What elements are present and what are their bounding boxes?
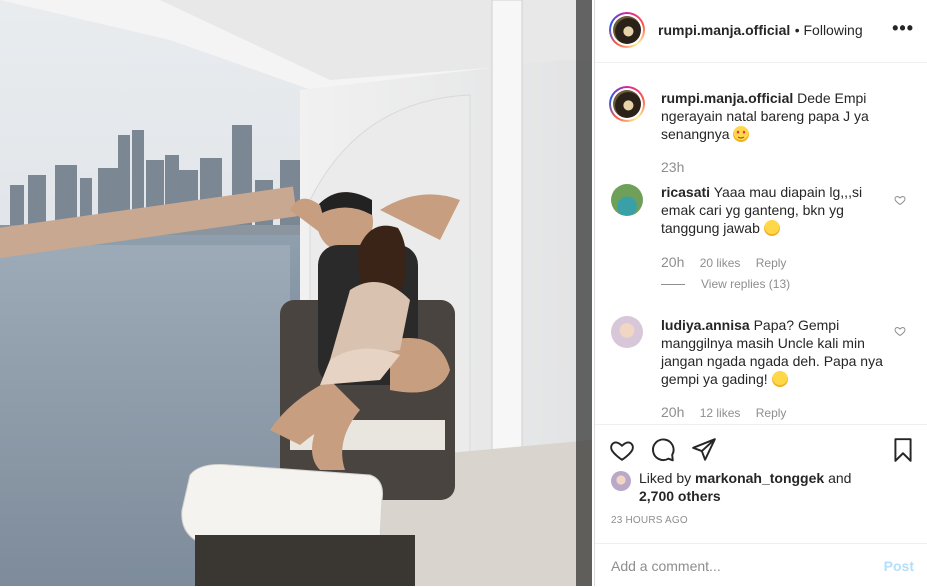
- author-username[interactable]: rumpi.manja.official: [658, 22, 790, 38]
- share-icon[interactable]: [691, 437, 717, 463]
- comments-section[interactable]: rumpi.manja.official Dede Empi ngerayain…: [595, 63, 927, 424]
- likes-others[interactable]: 2,700 others: [639, 488, 721, 504]
- view-replies-label[interactable]: View replies (13): [701, 277, 790, 291]
- liked-by-label: Liked by: [639, 470, 692, 486]
- view-replies[interactable]: View replies (13): [661, 277, 790, 291]
- caption-avatar[interactable]: [609, 86, 645, 122]
- reply-button[interactable]: Reply: [756, 406, 787, 420]
- post-button[interactable]: Post: [884, 558, 914, 574]
- post-actions: Liked by markonah_tonggek and 2,700 othe…: [595, 424, 927, 555]
- heart-eyes-emoji-icon: [733, 126, 750, 142]
- likes-and: and: [828, 470, 852, 486]
- bookmark-icon[interactable]: [890, 437, 916, 463]
- post-photo[interactable]: [0, 0, 592, 586]
- following-status[interactable]: • Following: [795, 22, 863, 38]
- grinning-sweat-emoji-icon: [763, 220, 780, 236]
- reply-button[interactable]: Reply: [756, 256, 787, 270]
- comment-likes[interactable]: 20 likes: [700, 256, 741, 270]
- comment: ludiya.annisa Papa? Gempi manggilnya mas…: [661, 316, 891, 388]
- comment-username[interactable]: ludiya.annisa: [661, 317, 750, 333]
- post-image: [0, 0, 592, 586]
- comment-likes[interactable]: 12 likes: [700, 406, 741, 420]
- comment-username[interactable]: ricasati: [661, 184, 710, 200]
- liker-avatar[interactable]: [611, 471, 631, 491]
- comment-meta: 20h 20 likes Reply: [661, 254, 798, 270]
- comment: ricasati Yaaa mau diapain lg,,,si emak c…: [661, 183, 891, 237]
- comment-like-heart-icon[interactable]: [894, 325, 906, 337]
- grinning-sweat-emoji-icon: [771, 371, 788, 387]
- caption-meta: 23h: [661, 159, 696, 175]
- post-side-panel: rumpi.manja.official • Following ••• rum…: [594, 0, 927, 586]
- caption-username[interactable]: rumpi.manja.official: [661, 90, 793, 106]
- more-options-icon[interactable]: •••: [892, 18, 914, 39]
- post-header: rumpi.manja.official • Following •••: [595, 0, 927, 63]
- liker-username[interactable]: markonah_tonggek: [695, 470, 824, 486]
- comment-icon[interactable]: [650, 437, 676, 463]
- author-avatar[interactable]: [609, 12, 645, 48]
- heart-icon[interactable]: [609, 437, 635, 463]
- caption-time[interactable]: 23h: [661, 159, 684, 175]
- commenter-avatar[interactable]: [611, 184, 643, 216]
- comment-time[interactable]: 20h: [661, 254, 684, 270]
- caption: rumpi.manja.official Dede Empi ngerayain…: [661, 89, 891, 143]
- divider: [661, 284, 685, 286]
- likes-summary: Liked by markonah_tonggek and 2,700 othe…: [639, 469, 909, 505]
- commenter-avatar[interactable]: [611, 316, 643, 348]
- comment-input[interactable]: Add a comment...: [611, 558, 721, 574]
- post-timestamp[interactable]: 23 HOURS AGO: [611, 515, 688, 526]
- add-comment-bar: Add a comment... Post: [595, 543, 927, 587]
- comment-like-heart-icon[interactable]: [894, 194, 906, 206]
- comment-meta: 20h 12 likes Reply: [661, 404, 798, 420]
- comment-time[interactable]: 20h: [661, 404, 684, 420]
